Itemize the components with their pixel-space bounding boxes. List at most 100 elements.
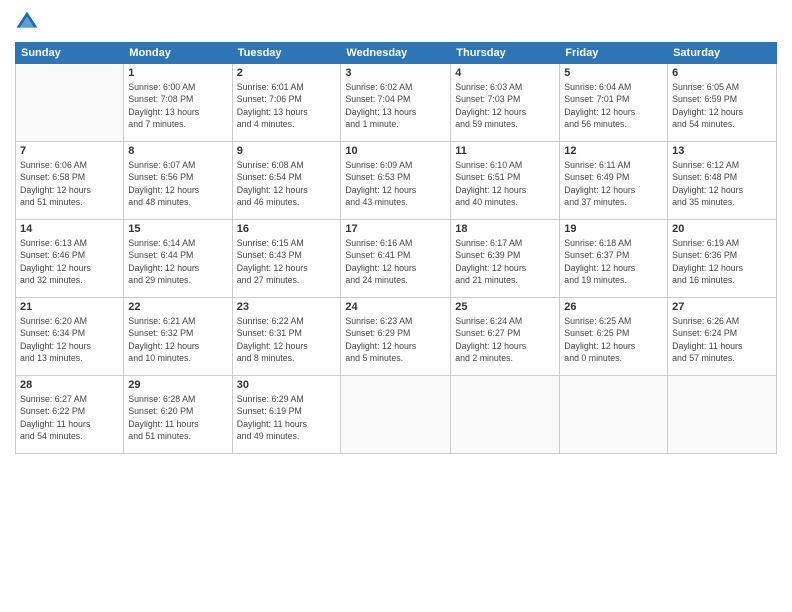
- day-number: 20: [672, 223, 772, 235]
- day-info: Sunrise: 6:10 AMSunset: 6:51 PMDaylight:…: [455, 159, 555, 208]
- logo-icon: [15, 10, 39, 34]
- calendar-cell: 19 Sunrise: 6:18 AMSunset: 6:37 PMDayligh…: [560, 220, 668, 298]
- calendar-cell: 20 Sunrise: 6:19 AMSunset: 6:36 PMDayligh…: [668, 220, 777, 298]
- day-info: Sunrise: 6:04 AMSunset: 7:01 PMDaylight:…: [564, 81, 663, 130]
- day-number: 27: [672, 301, 772, 313]
- calendar-table: SundayMondayTuesdayWednesdayThursdayFrid…: [15, 42, 777, 454]
- calendar-cell: 11 Sunrise: 6:10 AMSunset: 6:51 PMDayligh…: [451, 142, 560, 220]
- page: SundayMondayTuesdayWednesdayThursdayFrid…: [0, 0, 792, 612]
- day-number: 1: [128, 67, 227, 79]
- calendar-cell: 28 Sunrise: 6:27 AMSunset: 6:22 PMDayligh…: [16, 376, 124, 454]
- calendar-cell: 5 Sunrise: 6:04 AMSunset: 7:01 PMDaylight…: [560, 64, 668, 142]
- day-number: 22: [128, 301, 227, 313]
- calendar-cell: 22 Sunrise: 6:21 AMSunset: 6:32 PMDayligh…: [124, 298, 232, 376]
- calendar-cell: [341, 376, 451, 454]
- calendar-cell: [16, 64, 124, 142]
- day-info: Sunrise: 6:03 AMSunset: 7:03 PMDaylight:…: [455, 81, 555, 130]
- day-info: Sunrise: 6:19 AMSunset: 6:36 PMDaylight:…: [672, 237, 772, 286]
- calendar-cell: 3 Sunrise: 6:02 AMSunset: 7:04 PMDaylight…: [341, 64, 451, 142]
- calendar-cell: 15 Sunrise: 6:14 AMSunset: 6:44 PMDayligh…: [124, 220, 232, 298]
- calendar-cell: 27 Sunrise: 6:26 AMSunset: 6:24 PMDayligh…: [668, 298, 777, 376]
- day-number: 21: [20, 301, 119, 313]
- calendar-cell: 16Sunrise: 6:15 AMSunset: 6:43 PMDayligh…: [232, 220, 341, 298]
- calendar-cell: 7 Sunrise: 6:06 AMSunset: 6:58 PMDaylight…: [16, 142, 124, 220]
- day-info: Sunrise: 6:07 AMSunset: 6:56 PMDaylight:…: [128, 159, 227, 208]
- week-row-5: 28 Sunrise: 6:27 AMSunset: 6:22 PMDayligh…: [16, 376, 777, 454]
- calendar-cell: 24 Sunrise: 6:23 AMSunset: 6:29 PMDayligh…: [341, 298, 451, 376]
- day-number: 13: [672, 145, 772, 157]
- day-number: 30: [237, 379, 337, 391]
- day-number: 2: [237, 67, 337, 79]
- day-info: Sunrise: 6:12 AMSunset: 6:48 PMDaylight:…: [672, 159, 772, 208]
- day-number: 3: [345, 67, 446, 79]
- day-info: Sunrise: 6:06 AMSunset: 6:58 PMDaylight:…: [20, 159, 119, 208]
- calendar-cell: 26Sunrise: 6:25 AMSunset: 6:25 PMDayligh…: [560, 298, 668, 376]
- weekday-header-monday: Monday: [124, 43, 232, 64]
- day-number: 19: [564, 223, 663, 235]
- header: [15, 10, 777, 34]
- day-info: Sunrise: 6:21 AMSunset: 6:32 PMDaylight:…: [128, 315, 227, 364]
- calendar-cell: 2 Sunrise: 6:01 AMSunset: 7:06 PMDaylight…: [232, 64, 341, 142]
- day-info: Sunrise: 6:22 AMSunset: 6:31 PMDaylight:…: [237, 315, 337, 364]
- day-number: 7: [20, 145, 119, 157]
- week-row-1: 1 Sunrise: 6:00 AMSunset: 7:08 PMDaylight…: [16, 64, 777, 142]
- day-number: 15: [128, 223, 227, 235]
- calendar-cell: 21 Sunrise: 6:20 AMSunset: 6:34 PMDayligh…: [16, 298, 124, 376]
- day-number: 6: [672, 67, 772, 79]
- day-info: Sunrise: 6:23 AMSunset: 6:29 PMDaylight:…: [345, 315, 446, 364]
- day-number: 28: [20, 379, 119, 391]
- day-number: 12: [564, 145, 663, 157]
- weekday-header-row: SundayMondayTuesdayWednesdayThursdayFrid…: [16, 43, 777, 64]
- day-info: Sunrise: 6:29 AMSunset: 6:19 PMDaylight:…: [237, 393, 337, 442]
- calendar-cell: 9 Sunrise: 6:08 AMSunset: 6:54 PMDaylight…: [232, 142, 341, 220]
- calendar-cell: 8 Sunrise: 6:07 AMSunset: 6:56 PMDaylight…: [124, 142, 232, 220]
- calendar-cell: 12 Sunrise: 6:11 AMSunset: 6:49 PMDayligh…: [560, 142, 668, 220]
- weekday-header-friday: Friday: [560, 43, 668, 64]
- day-info: Sunrise: 6:16 AMSunset: 6:41 PMDaylight:…: [345, 237, 446, 286]
- day-number: 25: [455, 301, 555, 313]
- calendar-cell: 13 Sunrise: 6:12 AMSunset: 6:48 PMDayligh…: [668, 142, 777, 220]
- day-number: 18: [455, 223, 555, 235]
- day-info: Sunrise: 6:11 AMSunset: 6:49 PMDaylight:…: [564, 159, 663, 208]
- day-info: Sunrise: 6:01 AMSunset: 7:06 PMDaylight:…: [237, 81, 337, 130]
- day-number: 24: [345, 301, 446, 313]
- calendar-cell: [451, 376, 560, 454]
- day-number: 16: [237, 223, 337, 235]
- weekday-header-saturday: Saturday: [668, 43, 777, 64]
- day-info: Sunrise: 6:26 AMSunset: 6:24 PMDaylight:…: [672, 315, 772, 364]
- day-number: 10: [345, 145, 446, 157]
- day-info: Sunrise: 6:00 AMSunset: 7:08 PMDaylight:…: [128, 81, 227, 130]
- calendar-cell: 4Sunrise: 6:03 AMSunset: 7:03 PMDaylight…: [451, 64, 560, 142]
- day-info: Sunrise: 6:17 AMSunset: 6:39 PMDaylight:…: [455, 237, 555, 286]
- day-info: Sunrise: 6:02 AMSunset: 7:04 PMDaylight:…: [345, 81, 446, 130]
- day-info: Sunrise: 6:24 AMSunset: 6:27 PMDaylight:…: [455, 315, 555, 364]
- day-number: 29: [128, 379, 227, 391]
- calendar-cell: [668, 376, 777, 454]
- calendar-cell: 29 Sunrise: 6:28 AMSunset: 6:20 PMDayligh…: [124, 376, 232, 454]
- day-number: 9: [237, 145, 337, 157]
- day-number: 14: [20, 223, 119, 235]
- day-number: 26: [564, 301, 663, 313]
- day-number: 5: [564, 67, 663, 79]
- weekday-header-wednesday: Wednesday: [341, 43, 451, 64]
- calendar-cell: 25 Sunrise: 6:24 AMSunset: 6:27 PMDayligh…: [451, 298, 560, 376]
- calendar-cell: 10Sunrise: 6:09 AMSunset: 6:53 PMDayligh…: [341, 142, 451, 220]
- day-info: Sunrise: 6:14 AMSunset: 6:44 PMDaylight:…: [128, 237, 227, 286]
- calendar-cell: 6Sunrise: 6:05 AMSunset: 6:59 PMDaylight…: [668, 64, 777, 142]
- weekday-header-tuesday: Tuesday: [232, 43, 341, 64]
- day-info: Sunrise: 6:27 AMSunset: 6:22 PMDaylight:…: [20, 393, 119, 442]
- calendar-cell: 23 Sunrise: 6:22 AMSunset: 6:31 PMDayligh…: [232, 298, 341, 376]
- day-number: 23: [237, 301, 337, 313]
- weekday-header-sunday: Sunday: [16, 43, 124, 64]
- weekday-header-thursday: Thursday: [451, 43, 560, 64]
- day-number: 11: [455, 145, 555, 157]
- calendar-cell: 1 Sunrise: 6:00 AMSunset: 7:08 PMDaylight…: [124, 64, 232, 142]
- day-number: 8: [128, 145, 227, 157]
- day-info: Sunrise: 6:28 AMSunset: 6:20 PMDaylight:…: [128, 393, 227, 442]
- calendar-cell: 18 Sunrise: 6:17 AMSunset: 6:39 PMDayligh…: [451, 220, 560, 298]
- calendar-cell: 17 Sunrise: 6:16 AMSunset: 6:41 PMDayligh…: [341, 220, 451, 298]
- day-info: Sunrise: 6:18 AMSunset: 6:37 PMDaylight:…: [564, 237, 663, 286]
- day-info: Sunrise: 6:20 AMSunset: 6:34 PMDaylight:…: [20, 315, 119, 364]
- day-info: Sunrise: 6:08 AMSunset: 6:54 PMDaylight:…: [237, 159, 337, 208]
- day-number: 17: [345, 223, 446, 235]
